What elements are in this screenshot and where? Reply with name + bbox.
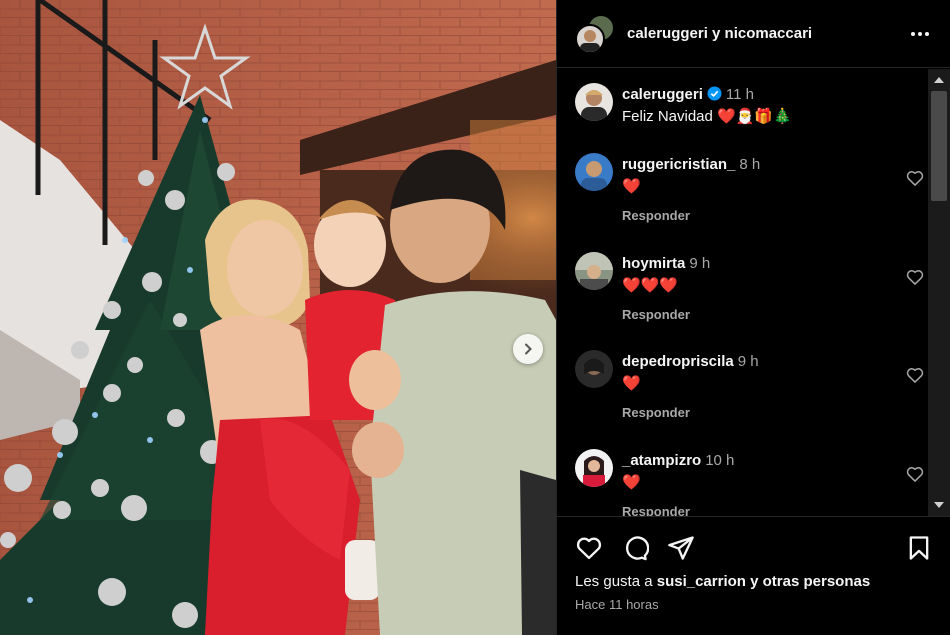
collab-avatars[interactable] xyxy=(575,13,617,54)
post-caption: caleruggeri 11 h Feliz Navidad ❤️🎅🎁🎄 xyxy=(575,83,925,143)
caption-text: Feliz Navidad xyxy=(622,108,718,125)
like-comment-heart-icon[interactable] xyxy=(905,365,925,385)
comment-item: ruggericristian_ 8 h ❤️ Responder xyxy=(575,153,925,233)
scroll-down-arrow-icon[interactable] xyxy=(934,502,944,508)
likes-prefix: Les gusta a xyxy=(575,573,657,590)
reply-button[interactable]: Responder xyxy=(622,208,902,223)
comment-time[interactable]: 9 h xyxy=(738,353,759,370)
likes-suffix[interactable]: y otras personas xyxy=(746,573,870,590)
comment-text: ❤️ xyxy=(622,375,641,392)
post-timestamp[interactable]: Hace 11 horas xyxy=(575,597,659,612)
post-authors[interactable]: caleruggeri y nicomaccari xyxy=(627,25,908,42)
instagram-post: caleruggeri y nicomaccari caleruggeri 11 … xyxy=(0,0,950,635)
post-actions: Les gusta a susi_carrion y otras persona… xyxy=(557,516,950,635)
reply-button[interactable]: Responder xyxy=(622,405,902,420)
avatar[interactable] xyxy=(575,153,613,191)
likes-summary[interactable]: Les gusta a susi_carrion y otras persona… xyxy=(575,573,870,590)
comment-item: hoymirta 9 h ❤️❤️❤️ Responder xyxy=(575,252,925,332)
avatar[interactable] xyxy=(575,449,613,487)
send-icon[interactable] xyxy=(667,534,695,562)
comment-time[interactable]: 8 h xyxy=(739,156,760,173)
avatar[interactable] xyxy=(575,252,613,290)
like-comment-heart-icon[interactable] xyxy=(905,267,925,287)
avatar[interactable] xyxy=(575,350,613,388)
family-christmas-photo xyxy=(0,0,556,635)
comment-text: ❤️ xyxy=(622,474,641,491)
post-header: caleruggeri y nicomaccari xyxy=(557,0,950,68)
comment-text: ❤️ xyxy=(622,178,641,195)
likes-user[interactable]: susi_carrion xyxy=(657,573,746,590)
comment-username[interactable]: hoymirta xyxy=(622,255,685,272)
comment-time[interactable]: 11 h xyxy=(726,86,754,103)
comment-item: depedropriscila 9 h ❤️ Responder xyxy=(575,350,925,430)
post-photo[interactable] xyxy=(0,0,556,635)
comments-list[interactable]: caleruggeri 11 h Feliz Navidad ❤️🎅🎁🎄 rugg… xyxy=(557,69,929,516)
comment-item: _atampizro 10 h ❤️ Responder xyxy=(575,449,925,516)
next-photo-button[interactable] xyxy=(513,334,543,364)
comment-username[interactable]: caleruggeri xyxy=(622,86,703,103)
reply-button[interactable]: Responder xyxy=(622,504,902,516)
scroll-up-arrow-icon[interactable] xyxy=(934,77,944,83)
avatar[interactable] xyxy=(575,83,613,121)
comment-username[interactable]: _atampizro xyxy=(622,452,701,469)
comment-time[interactable]: 10 h xyxy=(705,452,734,469)
chevron-right-icon xyxy=(525,343,532,355)
comment-time[interactable]: 9 h xyxy=(689,255,710,272)
post-side-panel: caleruggeri y nicomaccari caleruggeri 11 … xyxy=(556,0,950,635)
caption-emojis: ❤️🎅🎁🎄 xyxy=(717,108,792,125)
comment-username[interactable]: depedropriscila xyxy=(622,353,734,370)
verified-badge-icon xyxy=(707,86,722,101)
like-comment-heart-icon[interactable] xyxy=(905,464,925,484)
like-comment-heart-icon[interactable] xyxy=(905,168,925,188)
bookmark-icon[interactable] xyxy=(905,534,933,562)
comment-username[interactable]: ruggericristian_ xyxy=(622,156,735,173)
heart-icon[interactable] xyxy=(575,534,603,562)
avatar xyxy=(575,23,605,54)
comment-icon[interactable] xyxy=(621,534,649,562)
scrollbar-thumb[interactable] xyxy=(931,91,947,201)
more-horizontal-icon xyxy=(911,31,915,36)
comment-text: ❤️❤️❤️ xyxy=(622,277,679,294)
comments-scrollbar[interactable] xyxy=(928,69,950,516)
more-options-button[interactable] xyxy=(908,22,932,46)
reply-button[interactable]: Responder xyxy=(622,307,902,322)
